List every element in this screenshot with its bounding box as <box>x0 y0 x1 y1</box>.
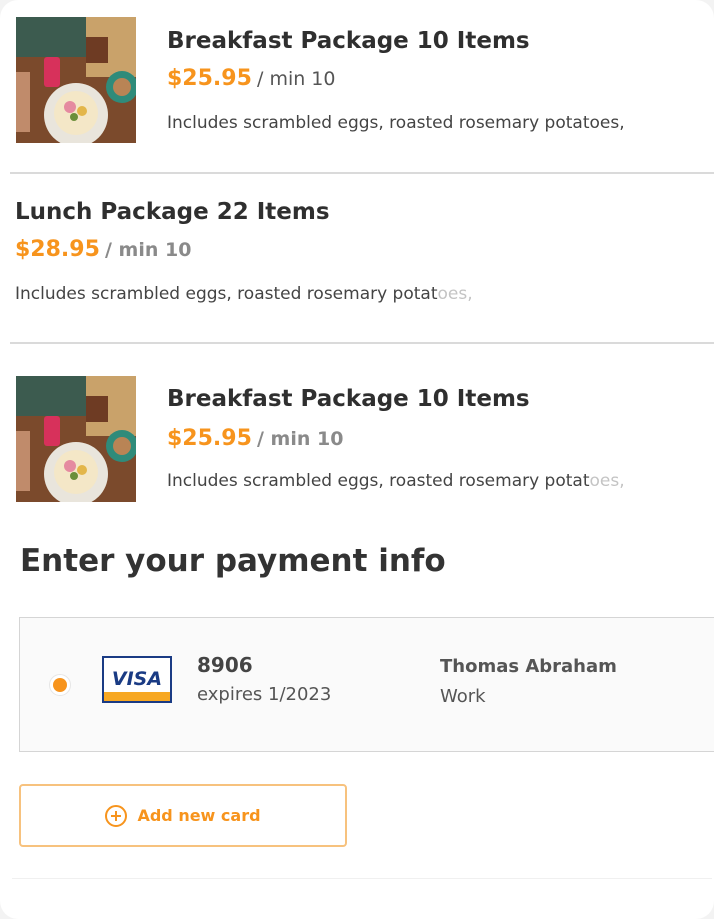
visa-brand-text: VISA <box>111 668 163 690</box>
menu-item-min: / min 10 <box>257 68 336 90</box>
menu-item-price: $25.95 <box>167 426 252 451</box>
menu-item-image <box>16 376 136 502</box>
menu-item-description: Includes scrambled eggs, roasted rosemar… <box>167 113 625 133</box>
card-expiry: expires 1/2023 <box>197 684 332 705</box>
menu-item-min: / min 10 <box>105 239 192 261</box>
visa-band-bottom <box>104 692 170 701</box>
add-new-card-label: Add new card <box>137 806 261 825</box>
menu-item-title: Lunch Package 22 Items <box>15 199 330 225</box>
visa-card-icon: VISA <box>102 656 172 703</box>
menu-item-min: / min 10 <box>257 428 344 450</box>
menu-item-price: $28.95 <box>15 237 100 262</box>
menu-item-title: Breakfast Package 10 Items <box>167 28 530 54</box>
breakfast-food-photo-icon <box>16 17 136 143</box>
card-label: Work <box>440 686 486 707</box>
menu-item-price: $25.95 <box>167 66 252 91</box>
menu-item-price-row: $28.95 / min 10 <box>15 237 191 262</box>
menu-item-description: Includes scrambled eggs, roasted rosemar… <box>167 471 625 491</box>
order-card: Breakfast Package 10 Items $25.95 / min … <box>0 0 714 919</box>
menu-item-price-row: $25.95 / min 10 <box>167 426 343 451</box>
menu-item[interactable]: Lunch Package 22 Items $28.95 / min 10 I… <box>0 174 714 342</box>
payment-section-title: Enter your payment info <box>20 543 446 579</box>
menu-item-title: Breakfast Package 10 Items <box>167 386 530 412</box>
description-fade: oes, <box>589 471 625 491</box>
description-text: Includes scrambled eggs, roasted rosemar… <box>15 284 438 304</box>
visa-band-top <box>104 658 170 666</box>
plus-circle-icon <box>105 804 128 827</box>
card-holder-name: Thomas Abraham <box>440 656 617 677</box>
menu-item[interactable]: Breakfast Package 10 Items $25.95 / min … <box>0 0 714 172</box>
card-radio-selected[interactable] <box>49 674 71 696</box>
menu-item-price-row: $25.95 / min 10 <box>167 66 336 91</box>
description-text: Includes scrambled eggs, roasted rosemar… <box>167 471 590 491</box>
add-new-card-button[interactable]: Add new card <box>19 784 347 847</box>
breakfast-food-photo-icon <box>16 376 136 502</box>
menu-item-image <box>16 17 136 143</box>
menu-item[interactable]: Breakfast Package 10 Items $25.95 / min … <box>0 344 714 514</box>
menu-item-description: Includes scrambled eggs, roasted rosemar… <box>15 284 473 304</box>
saved-card-option[interactable]: VISA 8906 expires 1/2023 Thomas Abraham … <box>19 617 714 752</box>
divider <box>12 878 712 879</box>
description-fade: oes, <box>437 284 473 304</box>
description-text: Includes scrambled eggs, roasted rosemar… <box>167 113 625 133</box>
card-last-digits: 8906 <box>197 653 253 677</box>
